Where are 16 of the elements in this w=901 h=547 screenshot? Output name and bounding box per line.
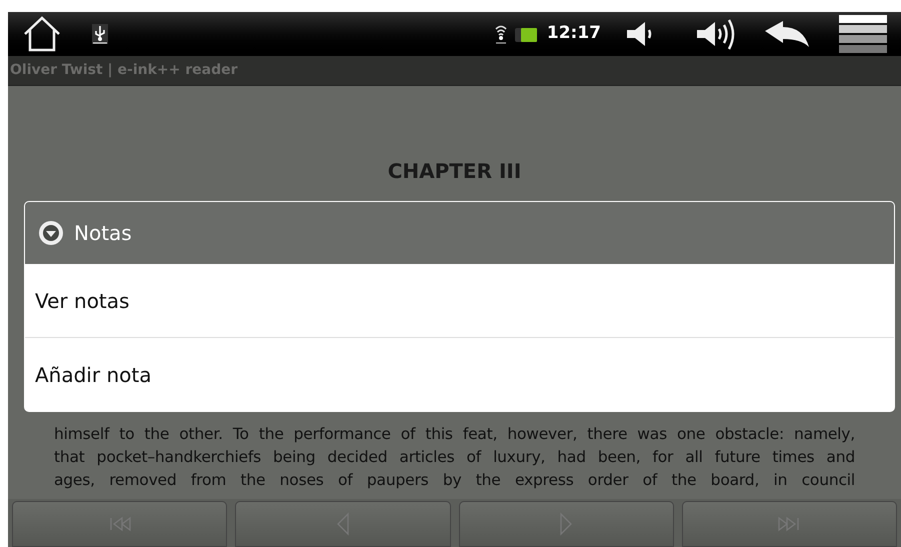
back-arrow-icon[interactable] xyxy=(763,19,811,49)
wifi-icon xyxy=(494,23,507,45)
usb-icon xyxy=(92,24,108,44)
menu-icon[interactable] xyxy=(839,15,887,53)
body-text-line: himself to the other. To the performance of this feat, however, there was one obstacle: namely, xyxy=(54,424,855,445)
window-title: Oliver Twist | e-ink++ reader xyxy=(10,61,238,80)
skip-back-icon xyxy=(108,515,132,533)
body-text-line: that pocket–handkerchiefs being decided articles of luxury, had been, for all future times and xyxy=(54,447,855,468)
chapter-heading: CHAPTER III xyxy=(388,159,522,184)
home-icon[interactable] xyxy=(22,16,62,52)
skip-forward-icon xyxy=(777,515,802,533)
battery-icon xyxy=(514,26,537,42)
clock-time: 12:17 xyxy=(546,22,601,46)
body-text-line: ages, removed from the noses of paupers by the express order of the board, in council xyxy=(54,470,855,491)
dropdown-circle-icon xyxy=(38,220,64,246)
dialog-title: Notas xyxy=(74,220,132,247)
